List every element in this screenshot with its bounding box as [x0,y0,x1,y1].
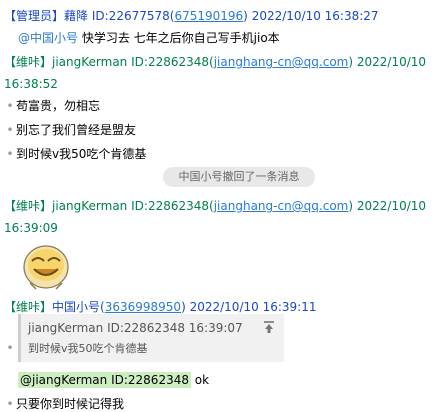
message-time-cont: 16:39:09 [4,221,58,235]
message-body-4: @jiangKerman ID:22862348 ok [18,372,428,388]
sender-id-suffix: ) [348,199,354,213]
list-item: • 只要你到时候记得我 [4,396,428,412]
sender-email-link[interactable]: jianghang-cn@qq.com [214,199,349,213]
sender-role: 【维咔】 [4,199,53,213]
sender-name[interactable]: jiangKerman [52,199,127,213]
message-body-1: @中国小号 快学习去 七年之后你自己写手机jio本 [18,30,428,46]
sender-qq-link[interactable]: 3636998950 [105,300,181,314]
list-item-text: 到时候v我50吃个肯德基 [16,147,147,161]
bullet-icon: • [6,397,14,411]
bullet-icon: • [6,99,14,113]
sender-role: 【管理员】 [4,9,65,23]
message-text: ok [190,373,210,387]
face-emoji-icon[interactable] [18,241,74,293]
list-item-text: 别忘了我们曾经是盟友 [16,123,137,137]
sender-role: 【维咔】 [4,55,53,69]
message-header-1: 【管理员】藉降 ID:22677578(675190196) 2022/10/1… [4,8,428,24]
quote-header: jiangKerman ID:22862348 16:39:07 [28,321,243,335]
sender-name[interactable]: jiangKerman [52,55,127,69]
sender-email-link[interactable]: jianghang-cn@qq.com [214,55,349,69]
message-time-cont: 16:38:52 [4,77,58,91]
sender-role: 【维咔】 [4,300,53,314]
message-time: 2022/10/10 [356,199,427,213]
sender-id-suffix: ) [243,9,248,23]
sender-name[interactable]: 藉降 [64,9,88,23]
message-time: 2022/10/10 16:38:27 [251,9,379,23]
sender-id: ID:22677578( [91,9,175,23]
pin-top-icon[interactable] [262,320,276,334]
list-item: • 别忘了我们曾经是盟友 [4,122,428,138]
message-header-3: 【维咔】jiangKerman ID:22862348(jianghang-cn… [4,198,428,214]
message-header-4: 【维咔】中国小号(3636998950) 2022/10/10 16:39:11 [4,299,428,315]
list-item-text: 只要你到时候记得我 [16,397,125,411]
quote-text: 到时候v我50吃个肯德基 [28,342,148,355]
sender-id: ID:22862348( [131,55,214,69]
mention[interactable]: @中国小号 [18,31,78,45]
message-time: 2022/10/10 [356,55,427,69]
mention[interactable]: @jiangKerman ID:22862348 [18,372,191,388]
message-time: 2022/10/10 16:39:11 [189,300,317,314]
list-item: • 到时候v我50吃个肯德基 [4,146,428,162]
bullet-icon: • [6,123,14,137]
recall-notice: 中国小号撤回了一条消息 [163,167,315,187]
sender-id-suffix: ) [181,300,186,314]
sender-id: ID:22862348( [131,199,214,213]
message-header-2: 【维咔】jiangKerman ID:22862348(jianghang-cn… [4,54,428,70]
sender-qq-link[interactable]: 675190196 [174,9,243,23]
list-item: • 苟富贵，勿相忘 [4,98,428,114]
quoted-message[interactable]: jiangKerman ID:22862348 16:39:07 到时候v我50… [18,314,284,362]
bullet-icon: • [6,341,14,355]
list-item-text: 苟富贵，勿相忘 [16,99,101,113]
sender-name[interactable]: 中国小号 [52,300,100,314]
message-text: 快学习去 七年之后你自己写手机jio本 [78,31,280,45]
bullet-icon: • [6,147,14,161]
sender-id-suffix: ) [348,55,354,69]
